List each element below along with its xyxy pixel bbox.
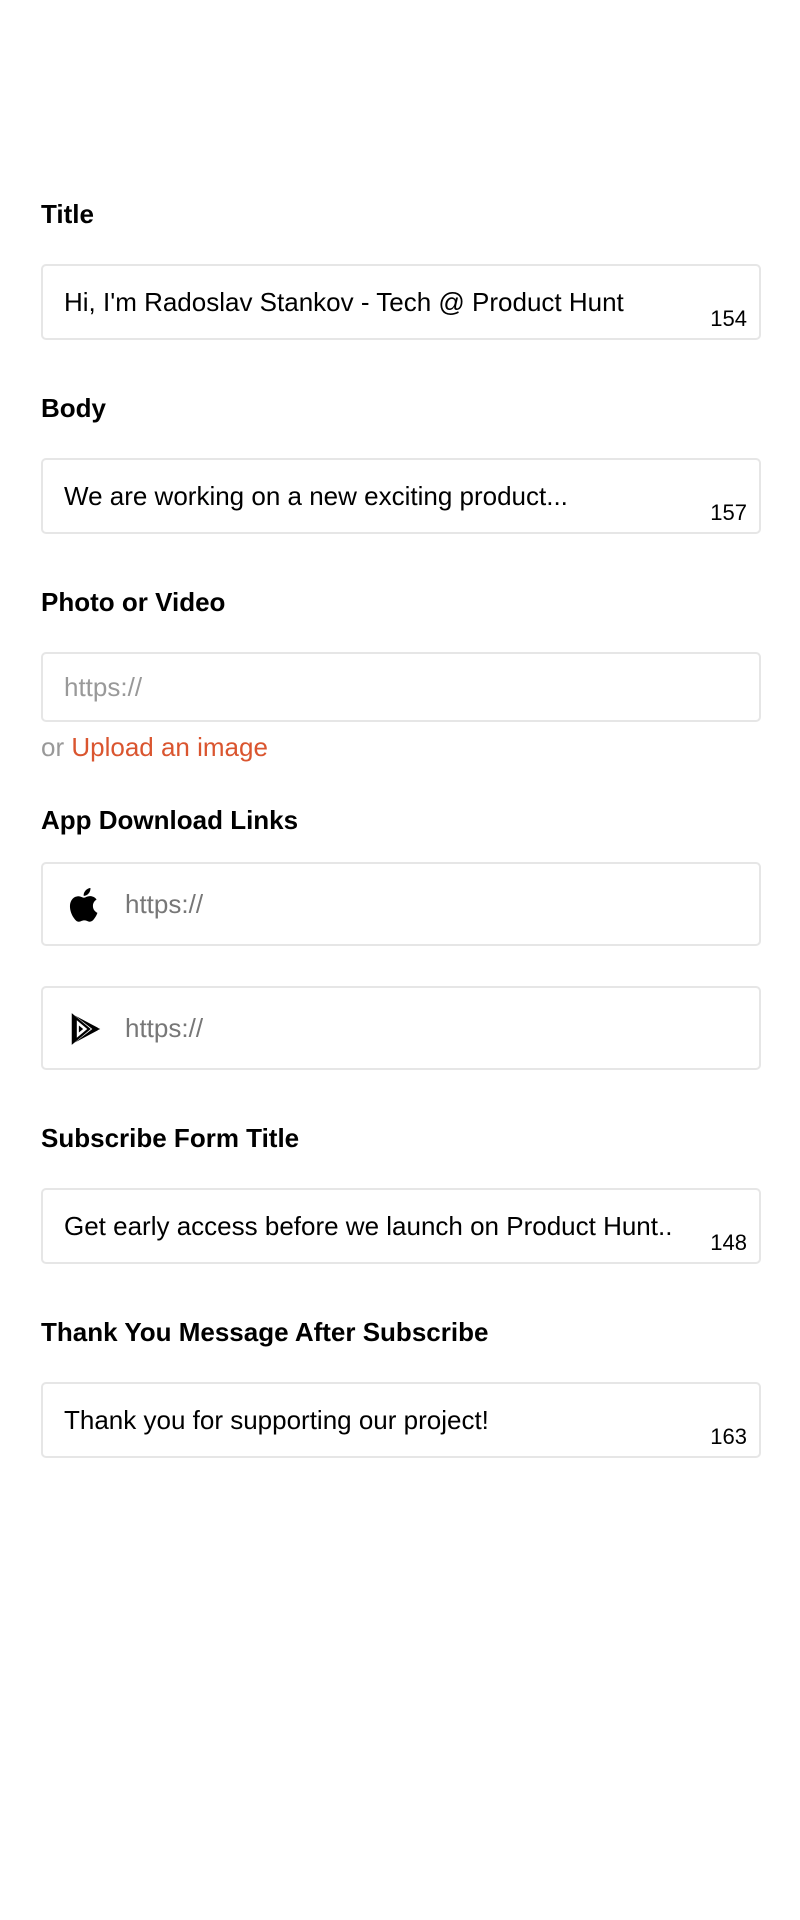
subscribe-title-char-counter: 148 — [710, 1230, 747, 1255]
body-input-value: We are working on a new exciting product… — [64, 481, 568, 511]
apple-icon — [67, 886, 105, 924]
upload-line: or Upload an image — [41, 730, 761, 764]
subscribe-title-input-value: Get early access before we launch on Pro… — [64, 1211, 673, 1241]
app-links-field: App Download Links https:// https:// — [41, 804, 761, 1070]
title-char-counter: 154 — [710, 306, 747, 331]
title-input-value: Hi, I'm Radoslav Stankov - Tech @ Produc… — [64, 287, 624, 317]
upload-or-text: or — [41, 732, 65, 762]
google-play-url-placeholder: https:// — [125, 1013, 204, 1043]
subscribe-title-input[interactable]: Get early access before we launch on Pro… — [41, 1188, 761, 1264]
subscribe-title-field: Subscribe Form Title Get early access be… — [41, 1122, 761, 1264]
title-field: Title Hi, I'm Radoslav Stankov - Tech @ … — [41, 198, 761, 340]
google-play-url-input[interactable]: https:// — [41, 986, 761, 1070]
apple-store-url-placeholder: https:// — [125, 889, 204, 919]
app-links-label: App Download Links — [41, 805, 299, 835]
thank-you-input[interactable]: Thank you for supporting our project! 16… — [41, 1382, 761, 1458]
title-label: Title — [41, 199, 94, 229]
media-field: Photo or Video https:// or Upload an ima… — [41, 586, 761, 764]
thank-you-field: Thank You Message After Subscribe Thank … — [41, 1316, 761, 1458]
title-input[interactable]: Hi, I'm Radoslav Stankov - Tech @ Produc… — [41, 264, 761, 340]
body-label: Body — [41, 393, 106, 423]
apple-store-url-input[interactable]: https:// — [41, 862, 761, 946]
thank-you-label: Thank You Message After Subscribe — [41, 1317, 489, 1347]
upload-image-link[interactable]: Upload an image — [71, 732, 268, 762]
media-url-placeholder: https:// — [64, 672, 143, 702]
body-field: Body We are working on a new exciting pr… — [41, 392, 761, 534]
thank-you-char-counter: 163 — [710, 1424, 747, 1449]
body-input[interactable]: We are working on a new exciting product… — [41, 458, 761, 534]
subscribe-title-label: Subscribe Form Title — [41, 1123, 300, 1153]
media-url-input[interactable]: https:// — [41, 652, 761, 722]
settings-form: Title Hi, I'm Radoslav Stankov - Tech @ … — [41, 198, 761, 1458]
body-char-counter: 157 — [710, 500, 747, 525]
google-play-icon — [67, 1010, 105, 1048]
media-label: Photo or Video — [41, 587, 226, 617]
thank-you-input-value: Thank you for supporting our project! — [64, 1405, 489, 1435]
